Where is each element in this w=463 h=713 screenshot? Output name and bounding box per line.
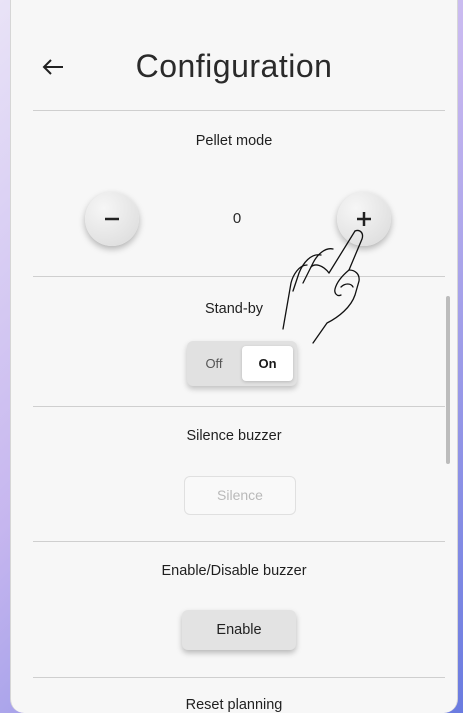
divider	[33, 677, 445, 678]
pellet-mode-value: 0	[232, 210, 242, 227]
scrollbar[interactable]	[446, 296, 450, 464]
increment-button[interactable]	[337, 192, 391, 246]
divider	[33, 276, 445, 277]
silence-buzzer-label: Silence buzzer	[186, 428, 282, 444]
silence-button[interactable]: Silence	[184, 476, 296, 515]
standby-toggle[interactable]: Off On	[187, 341, 297, 386]
header: Configuration	[11, 0, 457, 110]
standby-off-option[interactable]: Off	[187, 341, 241, 386]
page-title: Configuration	[135, 48, 333, 84]
enable-disable-buzzer-label: Enable/Disable buzzer	[161, 563, 307, 579]
pellet-mode-label: Pellet mode	[195, 133, 273, 149]
enable-button[interactable]: Enable	[182, 610, 296, 650]
app-frame: Configuration Pellet mode 0 Stand-by Off…	[0, 0, 463, 713]
plus-icon	[357, 212, 371, 226]
divider	[33, 406, 445, 407]
standby-label: Stand-by	[204, 301, 264, 317]
configuration-panel: Configuration Pellet mode 0 Stand-by Off…	[10, 0, 458, 713]
decrement-button[interactable]	[85, 192, 139, 246]
standby-on-option[interactable]: On	[242, 346, 293, 381]
divider	[33, 110, 445, 111]
reset-planning-label: Reset planning	[185, 697, 283, 713]
divider	[33, 541, 445, 542]
minus-icon	[105, 217, 119, 221]
